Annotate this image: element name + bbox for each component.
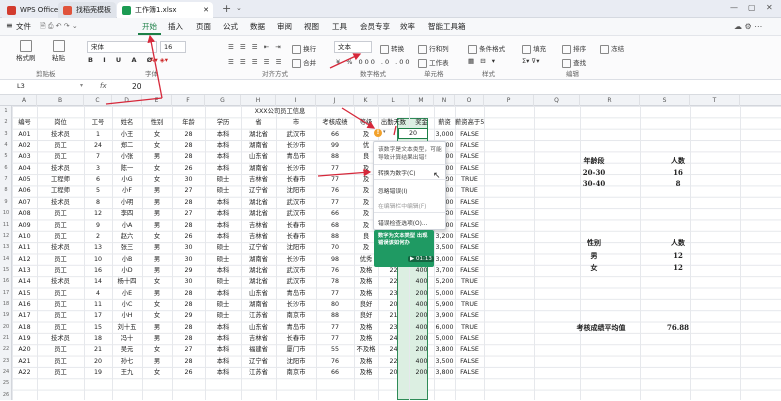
arrow-to-convert-item [317, 168, 372, 177]
arrow-line [393, 125, 397, 136]
arrow-to-home-tab [147, 34, 163, 99]
arrow-to-warning [341, 107, 376, 129]
arrow-to-number-format [329, 53, 362, 69]
annotation-arrows [105, 34, 397, 177]
arrow-line [105, 97, 163, 105]
